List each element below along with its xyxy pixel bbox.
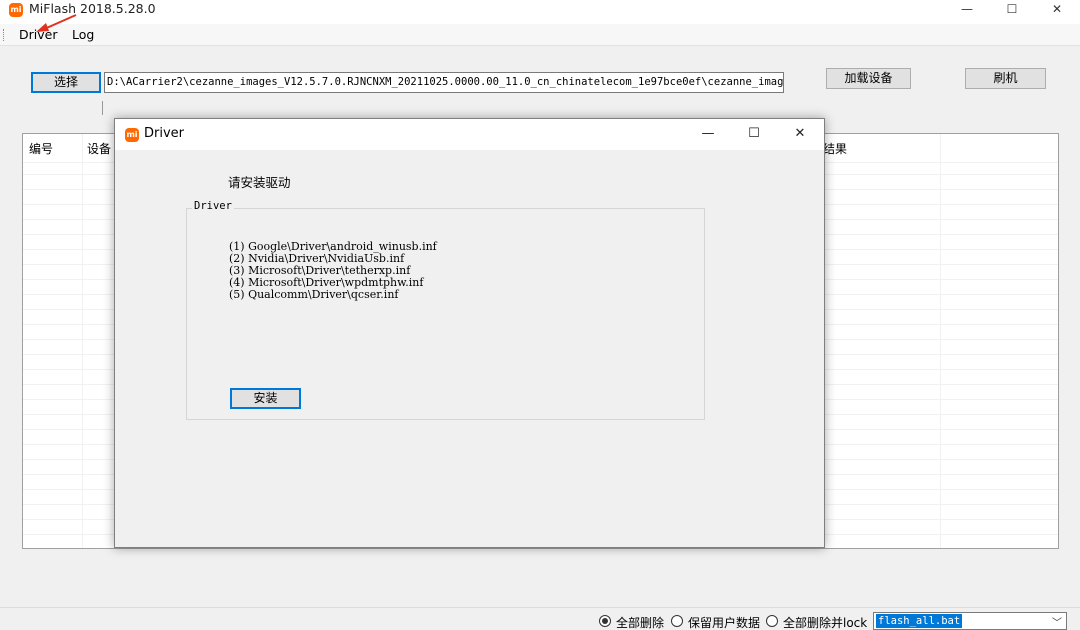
load-devices-button[interactable]: 加载设备 (826, 68, 911, 89)
radio-save-user-data-label[interactable]: 保留用户数据 (688, 614, 760, 630)
chevron-down-icon[interactable]: ﹀ (1052, 614, 1062, 629)
column-header-device[interactable]: 设备 (87, 140, 111, 157)
flash-button[interactable]: 刷机 (965, 68, 1046, 89)
install-button[interactable]: 安装 (230, 388, 301, 409)
install-driver-heading: 请安装驱动 (228, 175, 291, 190)
dialog-titlebar: mi Driver — ☐ ✕ (115, 119, 824, 150)
splitter (102, 101, 103, 115)
mi-logo-icon: mi (125, 128, 139, 142)
rom-path-field[interactable]: D:\ACarrier2\cezanne_images_V12.5.7.0.RJ… (104, 72, 784, 93)
driver-groupbox: Driver (1) Google\Driver\android_winusb.… (186, 200, 705, 420)
dialog-maximize-button[interactable]: ☐ (739, 125, 769, 143)
minimize-button[interactable]: — (944, 0, 990, 18)
red-arrow-annotation-icon (36, 14, 77, 32)
driver-list: (1) Google\Driver\android_winusb.inf (2)… (229, 241, 437, 301)
grid-column-divider (940, 134, 941, 548)
radio-clean-all-and-lock-label[interactable]: 全部删除并lock (783, 614, 867, 630)
radio-clean-all-and-lock[interactable] (766, 615, 778, 627)
column-header-number[interactable]: 编号 (29, 140, 53, 157)
dialog-close-button[interactable]: ✕ (785, 125, 815, 143)
dialog-title: Driver (144, 126, 185, 141)
mi-logo-icon: mi (9, 3, 23, 17)
maximize-button[interactable]: ☐ (989, 0, 1035, 18)
grid-column-divider (82, 134, 83, 548)
close-button[interactable]: ✕ (1034, 0, 1080, 18)
driver-dialog: mi Driver — ☐ ✕ 请安装驱动 Driver (1) Google\… (114, 118, 825, 548)
flash-script-select[interactable]: flash_all.bat ﹀ (873, 612, 1067, 630)
flash-script-value: flash_all.bat (876, 614, 963, 628)
radio-save-user-data[interactable] (671, 615, 683, 627)
driver-group-label: Driver (192, 200, 234, 212)
radio-clean-all-label[interactable]: 全部删除 (616, 614, 664, 630)
menu-grip-icon (3, 29, 6, 41)
dialog-minimize-button[interactable]: — (693, 125, 723, 143)
radio-clean-all[interactable] (599, 615, 611, 627)
select-button[interactable]: 选择 (31, 72, 101, 93)
menubar: Driver Log (0, 24, 1080, 46)
main-titlebar: mi MiFlash 2018.5.28.0 — ☐ ✕ (0, 0, 1080, 24)
driver-item: (5) Qualcomm\Driver\qcser.inf (229, 288, 399, 301)
column-header-result[interactable]: 结果 (823, 140, 847, 157)
